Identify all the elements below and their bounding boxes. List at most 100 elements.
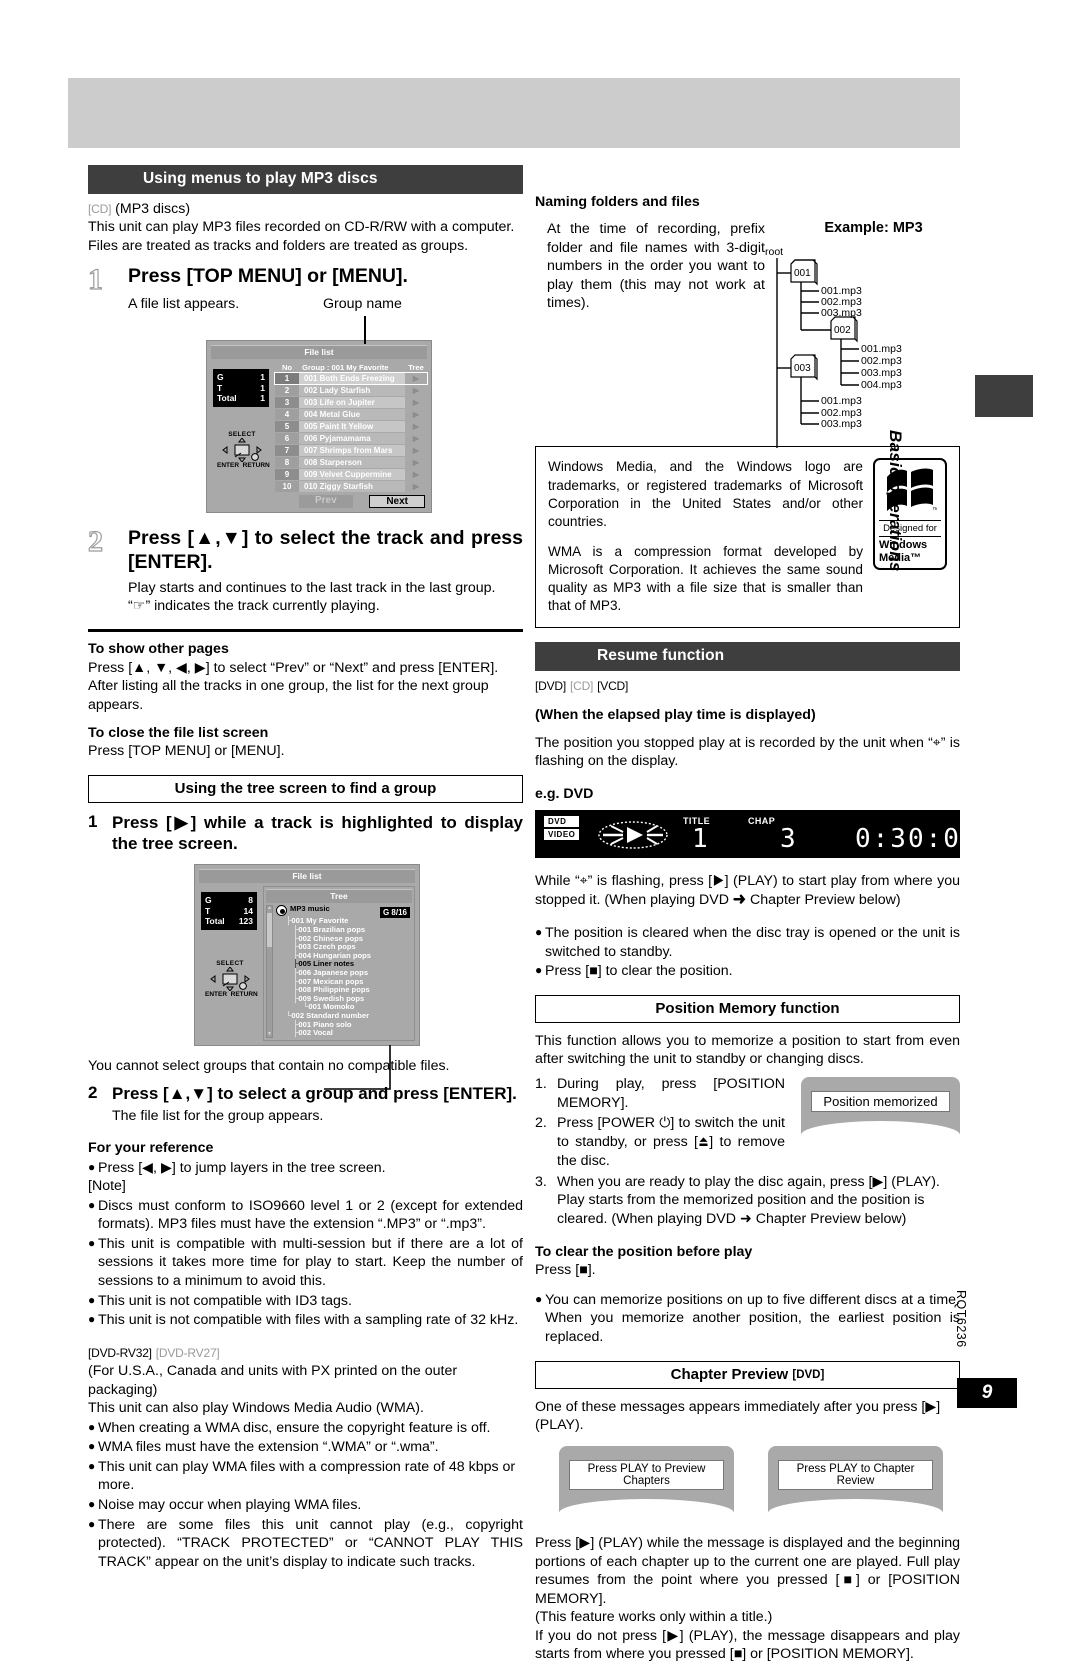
tree-step-1-title: Press [▶] while a track is highlighted t… [112,812,523,854]
wma-bullet: ● WMA files must have the extension “.WM… [88,1438,523,1457]
row-tree-arrow-icon[interactable]: ▶ [405,397,427,408]
bullet-icon: ● [88,1496,96,1511]
wma-bullet: ● When creating a WMA disc, ensure the c… [88,1419,523,1438]
prev-page-button[interactable]: Prev [299,495,353,509]
reference-heading: For your reference [88,1140,214,1157]
note-text: Discs must conform to ISO9660 level 1 or… [98,1197,523,1233]
counter-label: G [205,895,212,906]
file-list-row[interactable]: 6 006 Pyjamamama ▶ [275,433,427,445]
row-track-name: 004 Metal Glue [299,409,405,421]
osd-message-text: Press PLAY to Chapter Review [778,1460,933,1491]
file-list-row[interactable]: 7 007 Shrimps from Mars ▶ [275,445,427,457]
chapter-preview-intro: One of these messages appears immediatel… [535,1398,941,1433]
osd-message-text: Position memorized [811,1090,950,1112]
resume-bullet: ● Press [■] to clear the position. [535,962,960,981]
scrollbar-thumb[interactable] [267,913,272,948]
counter-label: G [217,372,224,383]
pm-step-number: 1. [535,1075,547,1092]
tree-item[interactable]: ├002 Vocal [276,1028,412,1038]
pm-bullet-text: You can memorize positions on up to five… [545,1291,960,1345]
mp3-file: 004.mp3 [861,379,902,392]
osd-preview-chapters: Press PLAY to Preview Chapters [559,1446,734,1514]
row-number: 1 [275,373,299,385]
tag-dvd-rv27: [DVD-RV27] [155,1345,220,1360]
row-track-name: 008 Starperson [299,457,405,469]
dpad-select-label: SELECT [216,960,244,968]
note-item: ● This unit is not compatible with files… [88,1311,523,1330]
wma-bullet: ● Noise may occur when playing WMA files… [88,1496,523,1515]
row-tree-arrow-icon[interactable]: ▶ [405,445,427,456]
file-list-screen: File list G1 T1 Total 1 SELECT ENTER RET… [206,340,432,514]
row-tree-arrow-icon[interactable]: ▶ [405,409,427,420]
badge-dvd: DVD [544,816,580,828]
file-list-row[interactable]: 3 003 Life on Jupiter ▶ [275,397,427,409]
step-2-title: Press [▲,▼] to select the track and pres… [128,527,523,573]
tree-step-2-sub: The file list for the group appears. [112,1107,324,1124]
note-item: ● Discs must conform to ISO9660 level 1 … [88,1197,523,1234]
file-list-row[interactable]: 10 010 Ziggy Starfish ▶ [275,481,427,493]
resume-bullet: ● The position is cleared when the disc … [535,924,960,961]
file-list-row[interactable]: 4 004 Metal Glue ▶ [275,409,427,421]
mp3-file: 001.mp3 [861,343,902,356]
row-tree-arrow-icon[interactable]: ▶ [405,385,427,396]
file-list-row[interactable]: 1 001 Both Ends Freezing ▶ [274,372,428,386]
counter-value: 123 [238,916,253,927]
file-list-row[interactable]: 8 008 Starperson ▶ [275,457,427,469]
row-tree-arrow-icon[interactable]: ▶ [405,457,427,468]
dpad-icon [210,967,250,992]
note-label: [Note] [88,1178,126,1195]
wma-bullet: ● There are some files this unit cannot … [88,1516,523,1572]
disc-tag-line: [CD] (MP3 discs) [88,200,523,218]
svg-text:003: 003 [794,363,811,374]
row-tree-arrow-icon[interactable]: ▶ [405,469,427,480]
close-file-list-line: Press [TOP MENU] or [MENU]. [88,743,285,760]
wma-line-1: (For U.S.A., Canada and units with PX pr… [88,1363,458,1398]
windows-media-notice: Windows Media, and the Windows logo are … [535,446,960,629]
counter-value: 1 [260,382,265,393]
file-list-counters: G 1 T 1 Total 1 [213,369,269,408]
front-panel-display: DVD VIDEO TITLE CHAP 1 3 0:30:01 [535,810,977,859]
resume-body-2: While “⌖” is flashing, press [▶] (PLAY) … [535,873,960,908]
step-1-number: 1 [87,263,103,297]
step-2: 2 Press [▲,▼] to select the track and pr… [87,526,523,616]
row-tree-arrow-icon[interactable]: ▶ [405,421,427,432]
scroll-down-icon[interactable]: ▼ [267,1031,272,1037]
row-number: 4 [275,409,299,421]
dpad-return-label: RETURN [230,991,258,999]
pm-step-number: 3. [535,1173,547,1190]
file-list-row[interactable]: 5 005 Paint It Yellow ▶ [275,421,427,433]
row-number: 5 [275,421,299,433]
disc-tag-cd: [CD] [88,202,112,216]
tree-step-1-number: 1 [88,811,98,831]
wma-bullet-text: Noise may occur when playing WMA files. [98,1496,362,1513]
scroll-up-icon[interactable]: ▲ [267,906,272,911]
file-list-row[interactable]: 9 009 Velvet Cuppermine ▶ [275,469,427,481]
tree-screen: File list G8 T 14 Total 123 SELECT ENTER… [194,864,420,1046]
resume-body: The position you stopped play at is reco… [535,734,960,770]
close-file-list-heading: To close the file list screen [88,724,269,741]
svg-text:002: 002 [834,325,851,336]
tree-scrollbar[interactable]: ▲ ▼ [266,905,273,1038]
osd-message-text: Press PLAY to Preview Chapters [569,1460,724,1491]
tree-step-2: 2 Press [▲,▼] to select a group and pres… [88,1083,523,1104]
next-page-button[interactable]: Next [369,495,425,509]
row-tree-arrow-icon[interactable]: ▶ [405,481,427,492]
dpad-icon [222,438,262,463]
bullet-icon: ● [88,1458,96,1473]
row-tree-arrow-icon[interactable]: ▶ [405,433,427,444]
tree-step-1: 1 Press [▶] while a track is highlighted… [88,812,523,855]
disc-tag-suffix: (MP3 discs) [115,201,191,217]
file-list-row[interactable]: 2 002 Lady Starfish ▶ [275,385,427,397]
badge-video: VIDEO [544,828,580,840]
row-tree-arrow-icon[interactable]: ▶ [405,373,427,384]
group-name-callout: Group name [323,296,402,313]
bullet-icon: ● [88,1197,96,1212]
chapter-preview-body-2: (This feature works only within a title.… [535,1609,773,1626]
chapter-preview-body-1: Press [▶] (PLAY) while the message is di… [535,1535,960,1607]
resume-bullet-text: The position is cleared when the disc tr… [545,925,960,960]
row-number: 9 [275,469,299,481]
show-other-pages-line-1: Press [▲, ▼, ◀, ▶] to select “Prev” or “… [88,659,499,676]
svg-text:™: ™ [932,507,937,513]
tree-step-2-number: 2 [88,1083,98,1103]
manual-page: Basic operations RQT6236 9 Using menus t… [0,0,1080,1662]
